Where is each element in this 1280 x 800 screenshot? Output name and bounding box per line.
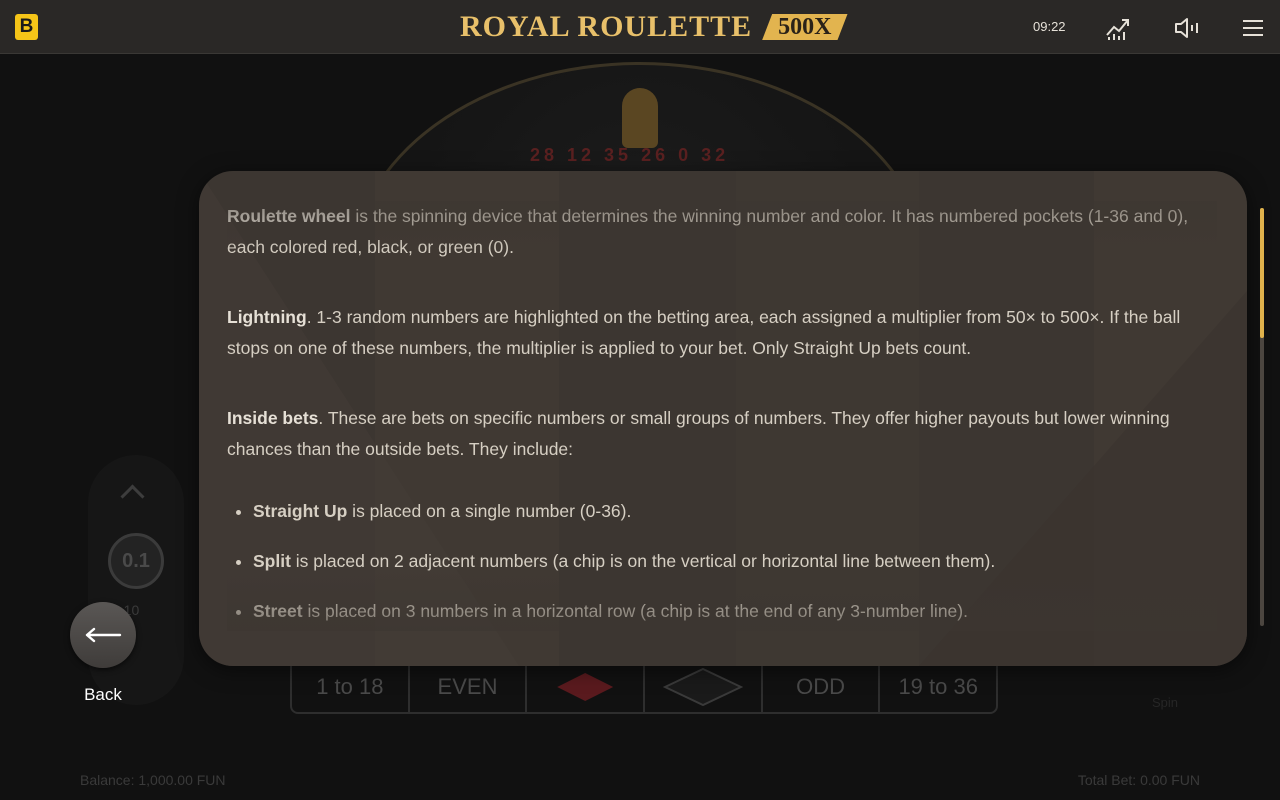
game-title-text: ROYAL ROULETTE (460, 10, 753, 43)
stats-button[interactable] (1104, 14, 1132, 42)
red-diamond-icon (557, 673, 614, 701)
rule-inside-bets: Inside bets. These are bets on specific … (227, 403, 1217, 465)
chip-value[interactable]: 0.1 (108, 533, 164, 589)
bet-19-to-36[interactable]: 19 to 36 (880, 662, 996, 712)
rule-term: Inside bets (227, 408, 319, 428)
balance: Balance: 1,000.00 FUN (80, 772, 226, 788)
back-label: Back (84, 685, 122, 704)
rules-text[interactable]: Roulette wheel is the spinning device th… (227, 201, 1217, 631)
sound-icon (1175, 18, 1198, 38)
game-title: ROYAL ROULETTE 500X (460, 10, 848, 44)
rule-desc: . These are bets on specific numbers or … (227, 408, 1170, 459)
black-diamond-icon (662, 667, 743, 707)
bet-red[interactable] (527, 662, 646, 712)
menu-icon (1243, 20, 1263, 36)
scrollbar-thumb[interactable] (1260, 208, 1264, 338)
stats-icon (1106, 19, 1129, 40)
rule-lightning: Lightning. 1-3 random numbers are highli… (227, 302, 1217, 364)
clock: 09:22 (1033, 19, 1066, 34)
spin-label: Spin (1152, 695, 1179, 710)
rule-desc: is the spinning device that determines t… (227, 206, 1189, 257)
bet-term: Straight Up (253, 501, 348, 521)
bet-odd[interactable]: ODD (763, 662, 881, 712)
back-button[interactable] (70, 602, 136, 668)
outside-bets-row: 1 to 18 EVEN ODD 19 to 36 (290, 662, 998, 714)
list-item: Straight Up is placed on a single number… (253, 496, 1217, 527)
wheel-spindle (622, 88, 658, 148)
rule-roulette-wheel: Roulette wheel is the spinning device th… (227, 201, 1217, 263)
bet-term: Split (253, 551, 291, 571)
bet-even[interactable]: EVEN (410, 662, 528, 712)
arrow-left-icon (85, 627, 122, 643)
menu-button[interactable] (1240, 14, 1268, 42)
bet-desc: is placed on a single number (0-36). (347, 501, 632, 521)
list-item: Split is placed on 2 adjacent numbers (a… (253, 546, 1217, 577)
inside-bets-list: Straight Up is placed on a single number… (227, 496, 1217, 627)
bet-1-to-18[interactable]: 1 to 18 (292, 662, 410, 712)
multiplier-badge: 500X (762, 14, 847, 40)
rule-term: Lightning (227, 307, 307, 327)
brand-logo: B (15, 14, 38, 40)
top-bar: B ROYAL ROULETTE 500X 09:22 (0, 0, 1280, 54)
bet-black[interactable] (645, 662, 763, 712)
rules-panel: Roulette wheel is the spinning device th… (199, 171, 1247, 666)
bet-term: Street (253, 601, 303, 621)
total-bet: Total Bet: 0.00 FUN (1077, 772, 1200, 788)
list-item: Street is placed on 3 numbers in a horiz… (253, 596, 1217, 627)
wheel-numbers: 28 12 35 26 0 32 (530, 145, 730, 165)
bet-desc: is placed on 3 numbers in a horizontal r… (302, 601, 968, 621)
rule-term: Roulette wheel (227, 206, 351, 226)
bet-desc: is placed on 2 adjacent numbers (a chip … (290, 551, 996, 571)
rule-desc: . 1-3 random numbers are highlighted on … (227, 307, 1181, 358)
sound-button[interactable] (1173, 14, 1201, 42)
